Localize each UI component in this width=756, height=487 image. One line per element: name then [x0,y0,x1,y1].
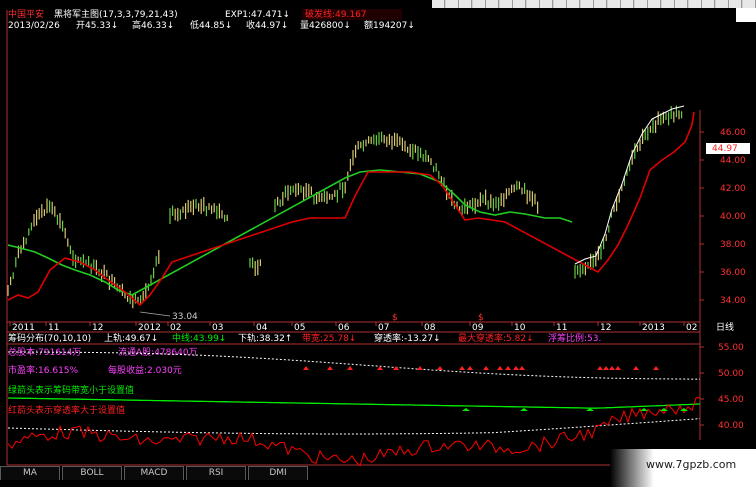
low-price-marker: 33.04 [172,312,198,322]
price-tick: 34.00 [720,296,746,306]
price-tick: 36.00 [720,268,746,278]
time-tick: 05 [294,323,305,333]
toolbar-button[interactable] [540,0,553,8]
time-tick: 11 [48,323,59,333]
stock-chart: 中国平安 黑将军主图(17,3,3,79,21,43) EXP1:47.471↓… [0,0,756,487]
chip-float-ratio: 浮筹比例:53. [548,332,601,344]
float-shares: 流通A股:478640万 [118,346,198,358]
toolbar [432,0,756,8]
quote-low: 低44.85↓ [190,19,232,31]
note-green-arrow: 绿箭头表示筹码带宽小于设置值 [8,384,134,396]
price-tick: 42.00 [720,184,746,194]
indicator-name: 黑将军主图(17,3,3,79,21,43) [54,8,178,20]
quote-close: 收44.97↓ [246,19,288,31]
toolbar-button[interactable] [621,0,634,8]
quote-open: 开45.33↓ [76,20,118,31]
time-tick: 08 [424,323,436,333]
pe-ratio: 市盈率:16.615% [8,364,79,376]
time-tick: 09 [472,323,484,333]
watermark-text: www.7gpzb.com [646,458,737,471]
time-tick: 10 [514,323,526,333]
toolbar-button[interactable] [648,0,661,8]
time-tick: 2011 [12,323,35,333]
time-tick: 06 [338,323,350,333]
time-tick: 12 [92,323,103,333]
time-tick: 07 [378,323,389,333]
chip-bandwidth: 带宽:25.78↓ [302,332,356,344]
toolbar-button[interactable] [553,0,567,8]
toolbar-button[interactable] [702,0,715,8]
chip-upper: 上轨:49.67↓ [104,332,158,344]
toolbar-button[interactable] [472,0,486,8]
chip-penetration: 穿透率:-13.27↓ [374,332,441,344]
toolbar-button[interactable] [607,0,621,8]
toolbar-button[interactable] [499,0,513,8]
tab-rsi[interactable]: RSI [186,466,246,480]
period-label: 日线 [716,321,734,333]
toolbar-button[interactable] [567,0,580,8]
toolbar-button[interactable] [432,0,445,8]
time-tick: 2012 [138,323,161,333]
toolbar-button[interactable] [513,0,526,8]
quote-amount: 额194207↓ [364,19,415,31]
marker-icon: $ [392,313,398,323]
sub-tick: 50.00 [718,369,744,379]
toolbar-button[interactable] [459,0,472,8]
stock-name: 中国平安 [8,8,44,20]
current-price: 44.97 [712,144,738,154]
indicator-tabs: MA BOLL MACD RSI DMI [0,466,318,480]
quote-high: 高46.33↓ [132,19,174,31]
tab-dmi[interactable]: DMI [248,466,308,480]
marker-icon: $ [478,313,484,323]
price-tick: 40.00 [720,212,746,222]
exp-value: EXP1:47.471↓ [225,10,290,20]
tab-ma[interactable]: MA [0,466,60,480]
toolbar-button[interactable] [675,0,688,8]
chip-middle: 中线:43.99↓ [172,332,226,344]
time-tick: 11 [556,323,567,333]
quote-date: 2013/02/26 [8,21,60,31]
corner-panel [736,8,756,22]
time-tick: 03 [212,323,223,333]
chip-max-penetration: 最大穿透率:5.82↓ [458,332,534,344]
toolbar-button[interactable] [661,0,675,8]
watermark: www.7gpzb.com [610,449,756,487]
time-tick: 02 [686,323,697,333]
time-tick: 04 [256,323,268,333]
time-tick: 2013 [642,323,665,333]
sub-tick: 45.00 [718,395,744,405]
price-tick: 46.00 [720,128,746,138]
eps: 每股收益:2.030元 [108,364,182,376]
toolbar-button[interactable] [634,0,648,8]
tab-macd[interactable]: MACD [124,466,184,480]
tab-boll[interactable]: BOLL [62,466,122,480]
toolbar-button[interactable] [594,0,607,8]
break-line-value: 破发线:49.167 [305,8,367,20]
toolbar-button[interactable] [445,0,459,8]
toolbar-button[interactable] [688,0,702,8]
time-tick: 02 [170,323,181,333]
quote-volume: 量426800↓ [300,20,351,31]
price-tick: 38.00 [720,240,746,250]
chip-lower: 下轨:38.32↑ [238,332,292,344]
toolbar-button[interactable] [580,0,594,8]
sub-tick: 40.00 [718,421,744,431]
time-tick: 12 [600,323,611,333]
toolbar-button[interactable] [729,0,742,8]
toolbar-button[interactable] [715,0,729,8]
toolbar-button[interactable] [742,0,756,8]
toolbar-button[interactable] [486,0,499,8]
sub-tick: 55.00 [718,343,744,353]
note-red-arrow: 红箭头表示穿透率大于设置值 [8,404,125,416]
toolbar-button[interactable] [526,0,540,8]
chip-title: 筹码分布(70,10,10) [8,332,91,344]
price-tick: 44.00 [720,156,746,166]
